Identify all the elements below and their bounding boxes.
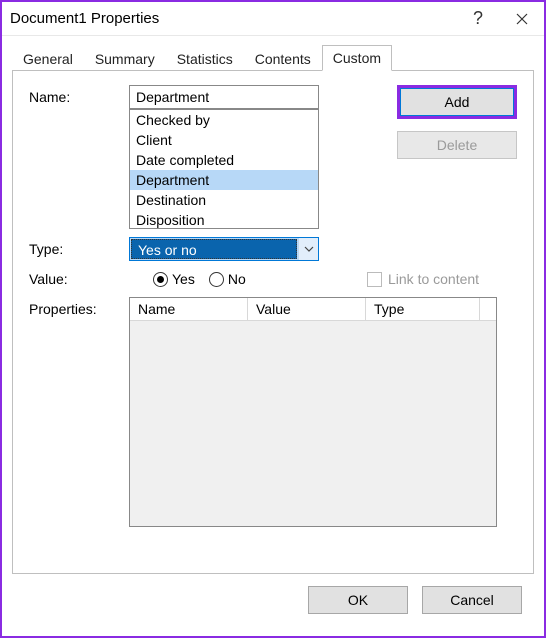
value-label: Value: — [29, 271, 129, 287]
col-name[interactable]: Name — [130, 298, 248, 320]
radio-icon — [153, 272, 168, 287]
name-listbox[interactable]: Checked by Client Date completed Departm… — [129, 109, 319, 229]
chevron-down-icon — [298, 238, 318, 260]
tab-contents[interactable]: Contents — [244, 46, 322, 71]
col-end — [480, 298, 496, 320]
table-header: Name Value Type — [130, 298, 496, 321]
tab-panel-custom: Name: Checked by Client Date completed D… — [12, 70, 534, 574]
table-body — [130, 321, 496, 526]
help-button[interactable]: ? — [456, 2, 500, 36]
dialog-content: General Summary Statistics Contents Cust… — [2, 36, 544, 636]
value-radio-yes[interactable]: Yes — [153, 271, 195, 287]
radio-label: No — [228, 271, 246, 287]
cancel-button[interactable]: Cancel — [422, 586, 522, 614]
tabstrip: General Summary Statistics Contents Cust… — [12, 44, 534, 70]
checkbox-icon — [367, 272, 382, 287]
col-type[interactable]: Type — [366, 298, 480, 320]
window-title: Document1 Properties — [10, 10, 456, 27]
help-icon: ? — [473, 8, 483, 29]
col-value[interactable]: Value — [248, 298, 366, 320]
properties-dialog: Document1 Properties ? General Summary S… — [0, 0, 546, 638]
titlebar: Document1 Properties ? — [2, 2, 544, 36]
list-item[interactable]: Date completed — [130, 150, 318, 170]
name-input[interactable] — [129, 85, 319, 109]
tab-statistics[interactable]: Statistics — [166, 46, 244, 71]
radio-icon — [209, 272, 224, 287]
list-item[interactable]: Client — [130, 130, 318, 150]
name-label: Name: — [29, 85, 129, 105]
list-item[interactable]: Department — [130, 170, 318, 190]
close-icon — [516, 13, 528, 25]
type-value: Yes or no — [131, 239, 297, 259]
delete-button: Delete — [397, 131, 517, 159]
tab-custom[interactable]: Custom — [322, 45, 392, 71]
close-button[interactable] — [500, 2, 544, 36]
value-radio-group: Yes No — [129, 269, 270, 289]
dialog-buttons: OK Cancel — [12, 574, 534, 626]
tab-summary[interactable]: Summary — [84, 46, 166, 71]
list-item[interactable]: Checked by — [130, 110, 318, 130]
list-item[interactable]: Destination — [130, 190, 318, 210]
type-combobox[interactable]: Yes or no — [129, 237, 319, 261]
ok-button[interactable]: OK — [308, 586, 408, 614]
properties-label: Properties: — [29, 297, 129, 317]
list-item[interactable]: Disposition — [130, 210, 318, 229]
radio-label: Yes — [172, 271, 195, 287]
type-label: Type: — [29, 241, 129, 257]
value-radio-no[interactable]: No — [209, 271, 246, 287]
properties-table[interactable]: Name Value Type — [129, 297, 497, 527]
tab-general[interactable]: General — [12, 46, 84, 71]
link-to-content-checkbox: Link to content — [367, 271, 517, 287]
checkbox-label: Link to content — [388, 271, 479, 287]
add-button[interactable]: Add — [397, 85, 517, 119]
